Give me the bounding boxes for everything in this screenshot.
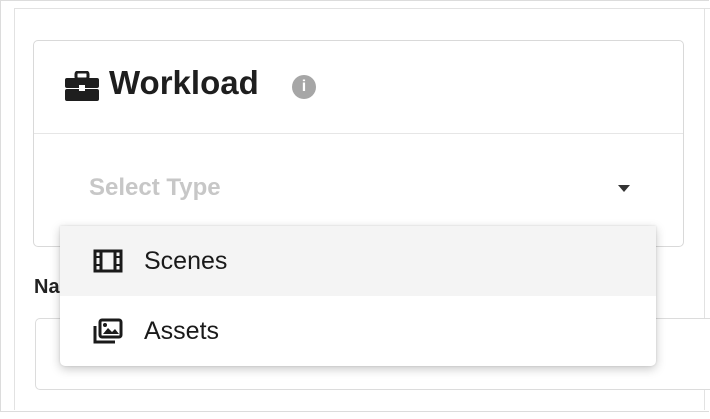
images-icon <box>93 318 123 344</box>
select-type-dropdown: Scenes Assets <box>60 226 656 366</box>
panel-top-border <box>14 8 710 9</box>
dropdown-option-scenes[interactable]: Scenes <box>60 226 656 296</box>
name-field-label: Na <box>34 276 60 298</box>
info-icon[interactable]: i <box>292 75 316 99</box>
briefcase-icon <box>65 71 99 101</box>
caret-down-icon[interactable] <box>618 185 630 192</box>
workload-card: Workload i Select Type <box>33 40 684 247</box>
card-title: Workload <box>109 64 259 101</box>
card-header: Workload i <box>34 41 683 134</box>
dropdown-option-label: Assets <box>144 317 220 345</box>
dropdown-option-label: Scenes <box>144 247 228 275</box>
panel-left-border <box>14 8 15 410</box>
dropdown-option-assets[interactable]: Assets <box>60 296 656 366</box>
film-icon <box>93 249 123 273</box>
select-type-placeholder[interactable]: Select Type <box>89 173 221 203</box>
